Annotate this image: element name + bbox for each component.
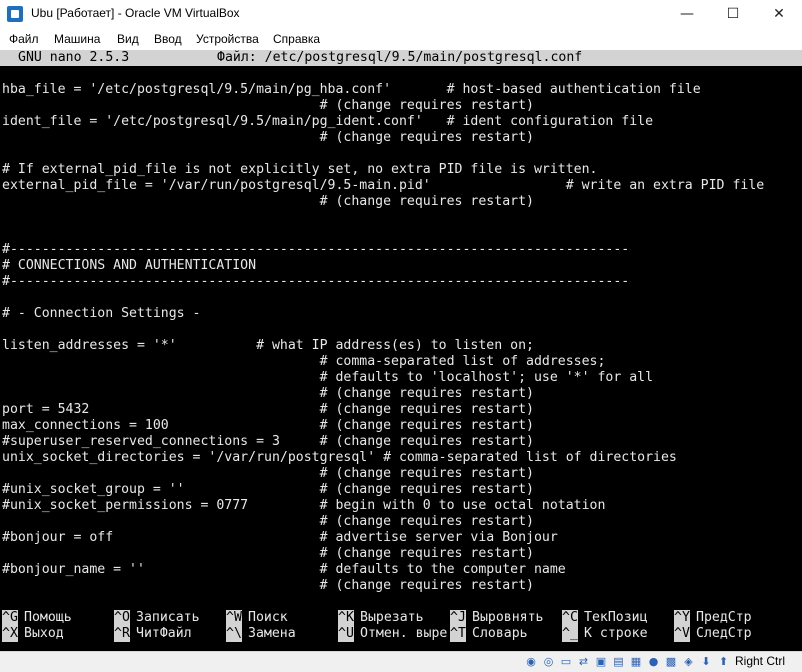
shortcut-label: ТекПозиц xyxy=(584,610,648,625)
editor-line: #---------------------------------------… xyxy=(2,274,630,289)
editor-line: # (change requires restart) xyxy=(2,578,534,593)
shortcut-label: СледСтр xyxy=(696,626,752,641)
menu-bar: Файл Машина Вид Ввод Устройства Справка xyxy=(0,28,802,50)
virtualbox-app-icon xyxy=(7,6,23,22)
shortcut-label: Поиск xyxy=(248,610,288,625)
shortcut-key: ^V xyxy=(674,626,690,642)
maximize-button[interactable]: ☐ xyxy=(710,0,756,28)
screen-icon[interactable]: ▦ xyxy=(629,655,643,669)
vm-status-bar: ◉ ◎ ▭ ⇄ ▣ ▤ ▦ ● ▩ ◈ ⬇ ⬆ Right Ctrl xyxy=(0,651,802,672)
shortcut-label: Записать xyxy=(136,610,200,625)
menu-help[interactable]: Справка xyxy=(273,32,320,46)
shared-folder-icon[interactable]: ▣ xyxy=(594,655,608,669)
disk-icon[interactable]: ◉ xyxy=(524,655,538,669)
editor-line: # (change requires restart) xyxy=(2,466,534,481)
shortcut-label: Выровнять xyxy=(472,610,544,625)
optical-icon[interactable]: ◎ xyxy=(542,655,556,669)
display-icon[interactable]: ▤ xyxy=(612,655,626,669)
shortcut-key: ^_ xyxy=(562,626,578,642)
shortcut-label: Замена xyxy=(248,626,296,641)
host-key-label: Right Ctrl xyxy=(735,654,786,668)
editor-line: hba_file = '/etc/postgresql/9.5/main/pg_… xyxy=(2,82,701,97)
recording-icon[interactable]: ● xyxy=(647,655,661,669)
window-titlebar: Ubu [Работает] - Oracle VM VirtualBox — … xyxy=(0,0,802,28)
vm-screen[interactable]: GNU nano 2.5.3 Файл: /etc/postgresql/9.5… xyxy=(0,50,802,651)
editor-line: #---------------------------------------… xyxy=(2,242,630,257)
editor-line: # (change requires restart) xyxy=(2,98,534,113)
shortcut-label: Вырезать xyxy=(360,610,424,625)
shortcut-label: Словарь xyxy=(472,626,528,641)
shortcut-label: ЧитФайл xyxy=(136,626,192,641)
nano-version: GNU nano 2.5.3 xyxy=(18,50,130,65)
shortcut-label: Отмен. выре xyxy=(360,626,448,641)
shortcut-label: К строке xyxy=(584,626,648,641)
download-icon[interactable]: ⬇ xyxy=(699,655,713,669)
mouse-icon[interactable]: ◈ xyxy=(682,655,696,669)
minimize-button[interactable]: — xyxy=(664,0,710,28)
shortcut-key: ^W xyxy=(226,610,242,626)
usb-icon[interactable]: ⇄ xyxy=(577,655,591,669)
menu-input[interactable]: Ввод xyxy=(154,32,182,46)
shortcut-key: ^X xyxy=(2,626,18,642)
editor-line: max_connections = 100 # (change requires… xyxy=(2,418,534,433)
editor-line: # (change requires restart) xyxy=(2,546,534,561)
editor-line: #bonjour_name = '' # defaults to the com… xyxy=(2,562,566,577)
editor-line: unix_socket_directories = '/var/run/post… xyxy=(2,450,677,465)
shortcut-label: Помощь xyxy=(24,610,72,625)
cpu-icon[interactable]: ▩ xyxy=(664,655,678,669)
shortcut-label: Выход xyxy=(24,626,64,641)
close-button[interactable]: ✕ xyxy=(756,0,802,28)
menu-machine[interactable]: Машина xyxy=(54,32,100,46)
shortcut-key: ^Y xyxy=(674,610,690,626)
host-key-icon[interactable]: ⬆ xyxy=(717,655,731,669)
menu-file[interactable]: Файл xyxy=(9,32,39,46)
editor-line: # - Connection Settings - xyxy=(2,306,201,321)
editor-line: #unix_socket_group = '' # (change requir… xyxy=(2,482,534,497)
nano-filename: Файл: /etc/postgresql/9.5/main/postgresq… xyxy=(217,50,583,65)
editor-line: # (change requires restart) xyxy=(2,386,534,401)
editor-line: # comma-separated list of addresses; xyxy=(2,354,606,369)
shortcut-key: ^C xyxy=(562,610,578,626)
nano-header: GNU nano 2.5.3 Файл: /etc/postgresql/9.5… xyxy=(0,50,802,66)
editor-line: #bonjour = off # advertise server via Bo… xyxy=(2,530,558,545)
editor-line: #unix_socket_permissions = 0777 # begin … xyxy=(2,498,606,513)
editor-line: # (change requires restart) xyxy=(2,514,534,529)
editor-line: port = 5432 # (change requires restart) xyxy=(2,402,534,417)
editor-line: # (change requires restart) xyxy=(2,130,534,145)
shortcut-key: ^U xyxy=(338,626,354,642)
editor-line: listen_addresses = '*' # what IP address… xyxy=(2,338,534,353)
editor-line: # defaults to 'localhost'; use '*' for a… xyxy=(2,370,654,385)
shortcut-key: ^R xyxy=(114,626,130,642)
shortcut-key: ^\ xyxy=(226,626,242,642)
menu-view[interactable]: Вид xyxy=(117,32,139,46)
shortcut-key: ^G xyxy=(2,610,18,626)
editor-line: # CONNECTIONS AND AUTHENTICATION xyxy=(2,258,257,273)
shortcut-key: ^K xyxy=(338,610,354,626)
shortcut-label: ПредСтр xyxy=(696,610,752,625)
editor-line: ident_file = '/etc/postgresql/9.5/main/p… xyxy=(2,114,654,129)
shortcut-key: ^T xyxy=(450,626,466,642)
menu-devices[interactable]: Устройства xyxy=(196,32,259,46)
network-icon[interactable]: ▭ xyxy=(559,655,573,669)
shortcut-key: ^J xyxy=(450,610,466,626)
editor-line: # (change requires restart) xyxy=(2,194,534,209)
editor-line: # If external_pid_file is not explicitly… xyxy=(2,162,598,177)
shortcut-key: ^O xyxy=(114,610,130,626)
editor-line: #superuser_reserved_connections = 3 # (c… xyxy=(2,434,534,449)
window-title: Ubu [Работает] - Oracle VM VirtualBox xyxy=(31,6,240,20)
editor-line: external_pid_file = '/var/run/postgresql… xyxy=(2,178,765,193)
